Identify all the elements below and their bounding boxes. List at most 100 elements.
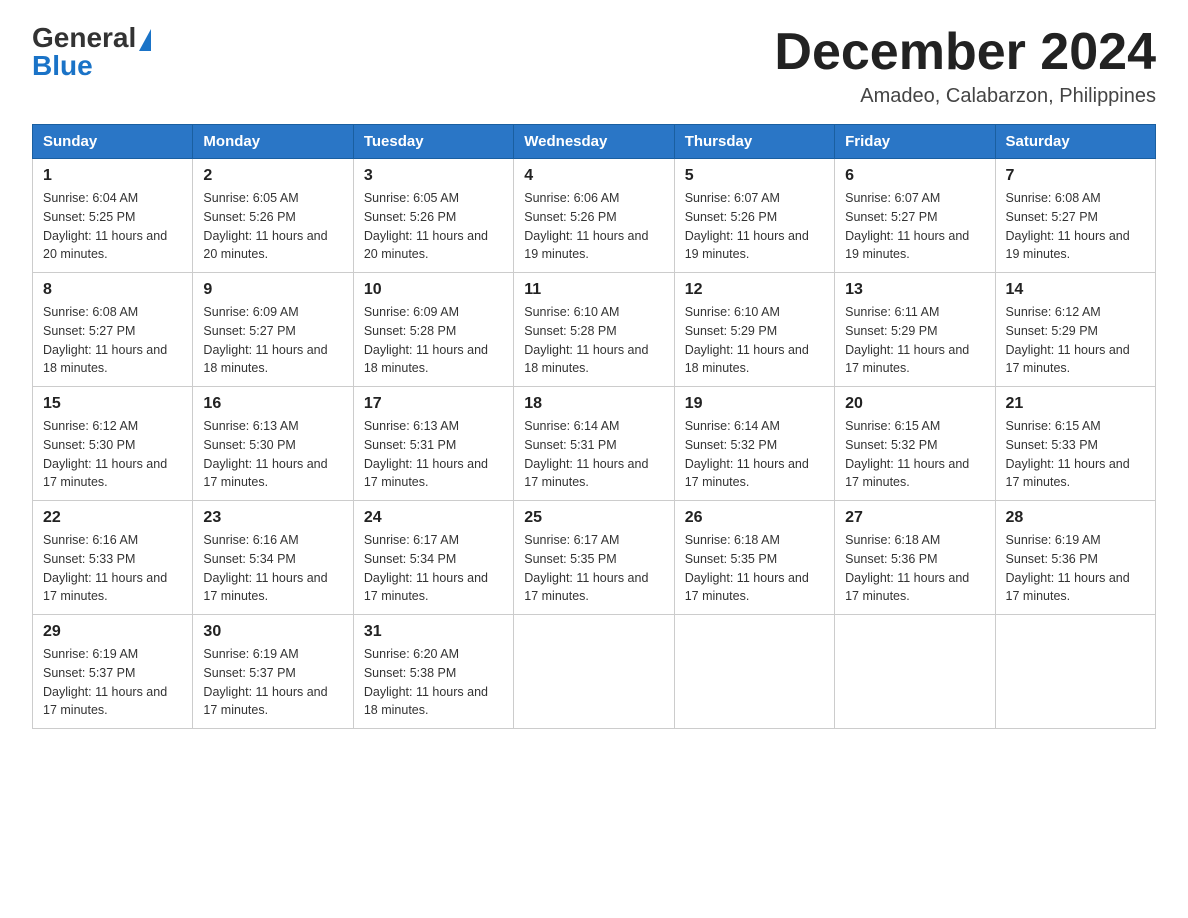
day-number: 29: [43, 623, 182, 641]
table-row: 5Sunrise: 6:07 AMSunset: 5:26 PMDaylight…: [674, 159, 834, 273]
day-number: 2: [203, 167, 342, 185]
table-row: 28 Sunrise: 6:19 AMSunset: 5:36 PMDayligh…: [995, 501, 1155, 615]
day-number: 19: [685, 395, 824, 413]
col-saturday: Saturday: [995, 125, 1155, 159]
day-info: Sunrise: 6:07 AMSunset: 5:27 PMDaylight:…: [845, 189, 984, 264]
day-number: 31: [364, 623, 503, 641]
table-row: 21 Sunrise: 6:15 AMSunset: 5:33 PMDayligh…: [995, 387, 1155, 501]
table-row: 22Sunrise: 6:16 AMSunset: 5:33 PMDayligh…: [33, 501, 193, 615]
day-info: Sunrise: 6:15 AMSunset: 5:33 PMDaylight:…: [1006, 417, 1145, 492]
table-row: 24Sunrise: 6:17 AMSunset: 5:34 PMDayligh…: [353, 501, 513, 615]
table-row: 19Sunrise: 6:14 AMSunset: 5:32 PMDayligh…: [674, 387, 834, 501]
logo: General Blue: [32, 24, 151, 80]
day-info: Sunrise: 6:17 AMSunset: 5:34 PMDaylight:…: [364, 531, 503, 606]
day-number: 6: [845, 167, 984, 185]
day-number: 13: [845, 281, 984, 299]
day-info: Sunrise: 6:09 AMSunset: 5:28 PMDaylight:…: [364, 303, 503, 378]
day-info: Sunrise: 6:14 AMSunset: 5:31 PMDaylight:…: [524, 417, 663, 492]
table-row: 11 Sunrise: 6:10 AMSunset: 5:28 PMDayligh…: [514, 273, 674, 387]
table-row: 30 Sunrise: 6:19 AMSunset: 5:37 PMDayligh…: [193, 615, 353, 729]
col-thursday: Thursday: [674, 125, 834, 159]
day-info: Sunrise: 6:05 AMSunset: 5:26 PMDaylight:…: [203, 189, 342, 264]
table-row: 8Sunrise: 6:08 AMSunset: 5:27 PMDaylight…: [33, 273, 193, 387]
day-info: Sunrise: 6:05 AMSunset: 5:26 PMDaylight:…: [364, 189, 503, 264]
location-subtitle: Amadeo, Calabarzon, Philippines: [774, 85, 1156, 108]
day-number: 16: [203, 395, 342, 413]
table-row: 18 Sunrise: 6:14 AMSunset: 5:31 PMDayligh…: [514, 387, 674, 501]
day-number: 26: [685, 509, 824, 527]
col-monday: Monday: [193, 125, 353, 159]
calendar-week-row: 1 Sunrise: 6:04 AMSunset: 5:25 PMDaylight…: [33, 159, 1156, 273]
day-number: 8: [43, 281, 182, 299]
col-sunday: Sunday: [33, 125, 193, 159]
calendar-header-row: Sunday Monday Tuesday Wednesday Thursday…: [33, 125, 1156, 159]
table-row: [995, 615, 1155, 729]
day-number: 9: [203, 281, 342, 299]
day-info: Sunrise: 6:10 AMSunset: 5:28 PMDaylight:…: [524, 303, 663, 378]
day-info: Sunrise: 6:18 AMSunset: 5:36 PMDaylight:…: [845, 531, 984, 606]
day-number: 14: [1006, 281, 1145, 299]
table-row: 10Sunrise: 6:09 AMSunset: 5:28 PMDayligh…: [353, 273, 513, 387]
table-row: 13 Sunrise: 6:11 AMSunset: 5:29 PMDayligh…: [835, 273, 995, 387]
calendar-week-row: 22Sunrise: 6:16 AMSunset: 5:33 PMDayligh…: [33, 501, 1156, 615]
day-info: Sunrise: 6:13 AMSunset: 5:30 PMDaylight:…: [203, 417, 342, 492]
day-number: 12: [685, 281, 824, 299]
col-friday: Friday: [835, 125, 995, 159]
table-row: 15 Sunrise: 6:12 AMSunset: 5:30 PMDayligh…: [33, 387, 193, 501]
calendar-table: Sunday Monday Tuesday Wednesday Thursday…: [32, 124, 1156, 729]
calendar-week-row: 8Sunrise: 6:08 AMSunset: 5:27 PMDaylight…: [33, 273, 1156, 387]
table-row: 1 Sunrise: 6:04 AMSunset: 5:25 PMDaylight…: [33, 159, 193, 273]
day-number: 22: [43, 509, 182, 527]
day-number: 28: [1006, 509, 1145, 527]
table-row: 29Sunrise: 6:19 AMSunset: 5:37 PMDayligh…: [33, 615, 193, 729]
day-info: Sunrise: 6:11 AMSunset: 5:29 PMDaylight:…: [845, 303, 984, 378]
day-info: Sunrise: 6:04 AMSunset: 5:25 PMDaylight:…: [43, 189, 182, 264]
title-block: December 2024 Amadeo, Calabarzon, Philip…: [774, 24, 1156, 108]
table-row: [835, 615, 995, 729]
day-number: 17: [364, 395, 503, 413]
day-number: 20: [845, 395, 984, 413]
table-row: 17 Sunrise: 6:13 AMSunset: 5:31 PMDayligh…: [353, 387, 513, 501]
day-number: 15: [43, 395, 182, 413]
table-row: 23Sunrise: 6:16 AMSunset: 5:34 PMDayligh…: [193, 501, 353, 615]
table-row: 20Sunrise: 6:15 AMSunset: 5:32 PMDayligh…: [835, 387, 995, 501]
day-info: Sunrise: 6:12 AMSunset: 5:29 PMDaylight:…: [1006, 303, 1145, 378]
col-tuesday: Tuesday: [353, 125, 513, 159]
day-number: 3: [364, 167, 503, 185]
table-row: 3 Sunrise: 6:05 AMSunset: 5:26 PMDaylight…: [353, 159, 513, 273]
table-row: 4Sunrise: 6:06 AMSunset: 5:26 PMDaylight…: [514, 159, 674, 273]
day-info: Sunrise: 6:19 AMSunset: 5:36 PMDaylight:…: [1006, 531, 1145, 606]
table-row: 6 Sunrise: 6:07 AMSunset: 5:27 PMDaylight…: [835, 159, 995, 273]
day-number: 5: [685, 167, 824, 185]
day-info: Sunrise: 6:12 AMSunset: 5:30 PMDaylight:…: [43, 417, 182, 492]
day-number: 25: [524, 509, 663, 527]
table-row: 26Sunrise: 6:18 AMSunset: 5:35 PMDayligh…: [674, 501, 834, 615]
day-number: 27: [845, 509, 984, 527]
day-info: Sunrise: 6:20 AMSunset: 5:38 PMDaylight:…: [364, 645, 503, 720]
col-wednesday: Wednesday: [514, 125, 674, 159]
day-number: 21: [1006, 395, 1145, 413]
table-row: 12 Sunrise: 6:10 AMSunset: 5:29 PMDayligh…: [674, 273, 834, 387]
day-number: 18: [524, 395, 663, 413]
day-number: 11: [524, 281, 663, 299]
table-row: 27 Sunrise: 6:18 AMSunset: 5:36 PMDayligh…: [835, 501, 995, 615]
calendar-week-row: 15 Sunrise: 6:12 AMSunset: 5:30 PMDayligh…: [33, 387, 1156, 501]
table-row: 9 Sunrise: 6:09 AMSunset: 5:27 PMDaylight…: [193, 273, 353, 387]
day-info: Sunrise: 6:17 AMSunset: 5:35 PMDaylight:…: [524, 531, 663, 606]
day-number: 1: [43, 167, 182, 185]
day-number: 30: [203, 623, 342, 641]
table-row: [674, 615, 834, 729]
day-info: Sunrise: 6:10 AMSunset: 5:29 PMDaylight:…: [685, 303, 824, 378]
month-year-title: December 2024: [774, 24, 1156, 81]
table-row: 31 Sunrise: 6:20 AMSunset: 5:38 PMDayligh…: [353, 615, 513, 729]
day-number: 4: [524, 167, 663, 185]
table-row: [514, 615, 674, 729]
day-info: Sunrise: 6:13 AMSunset: 5:31 PMDaylight:…: [364, 417, 503, 492]
day-info: Sunrise: 6:08 AMSunset: 5:27 PMDaylight:…: [1006, 189, 1145, 264]
page-header: General Blue December 2024 Amadeo, Calab…: [32, 24, 1156, 108]
day-info: Sunrise: 6:16 AMSunset: 5:34 PMDaylight:…: [203, 531, 342, 606]
day-info: Sunrise: 6:19 AMSunset: 5:37 PMDaylight:…: [203, 645, 342, 720]
day-info: Sunrise: 6:09 AMSunset: 5:27 PMDaylight:…: [203, 303, 342, 378]
logo-general-text: General: [32, 24, 136, 52]
table-row: 16 Sunrise: 6:13 AMSunset: 5:30 PMDayligh…: [193, 387, 353, 501]
